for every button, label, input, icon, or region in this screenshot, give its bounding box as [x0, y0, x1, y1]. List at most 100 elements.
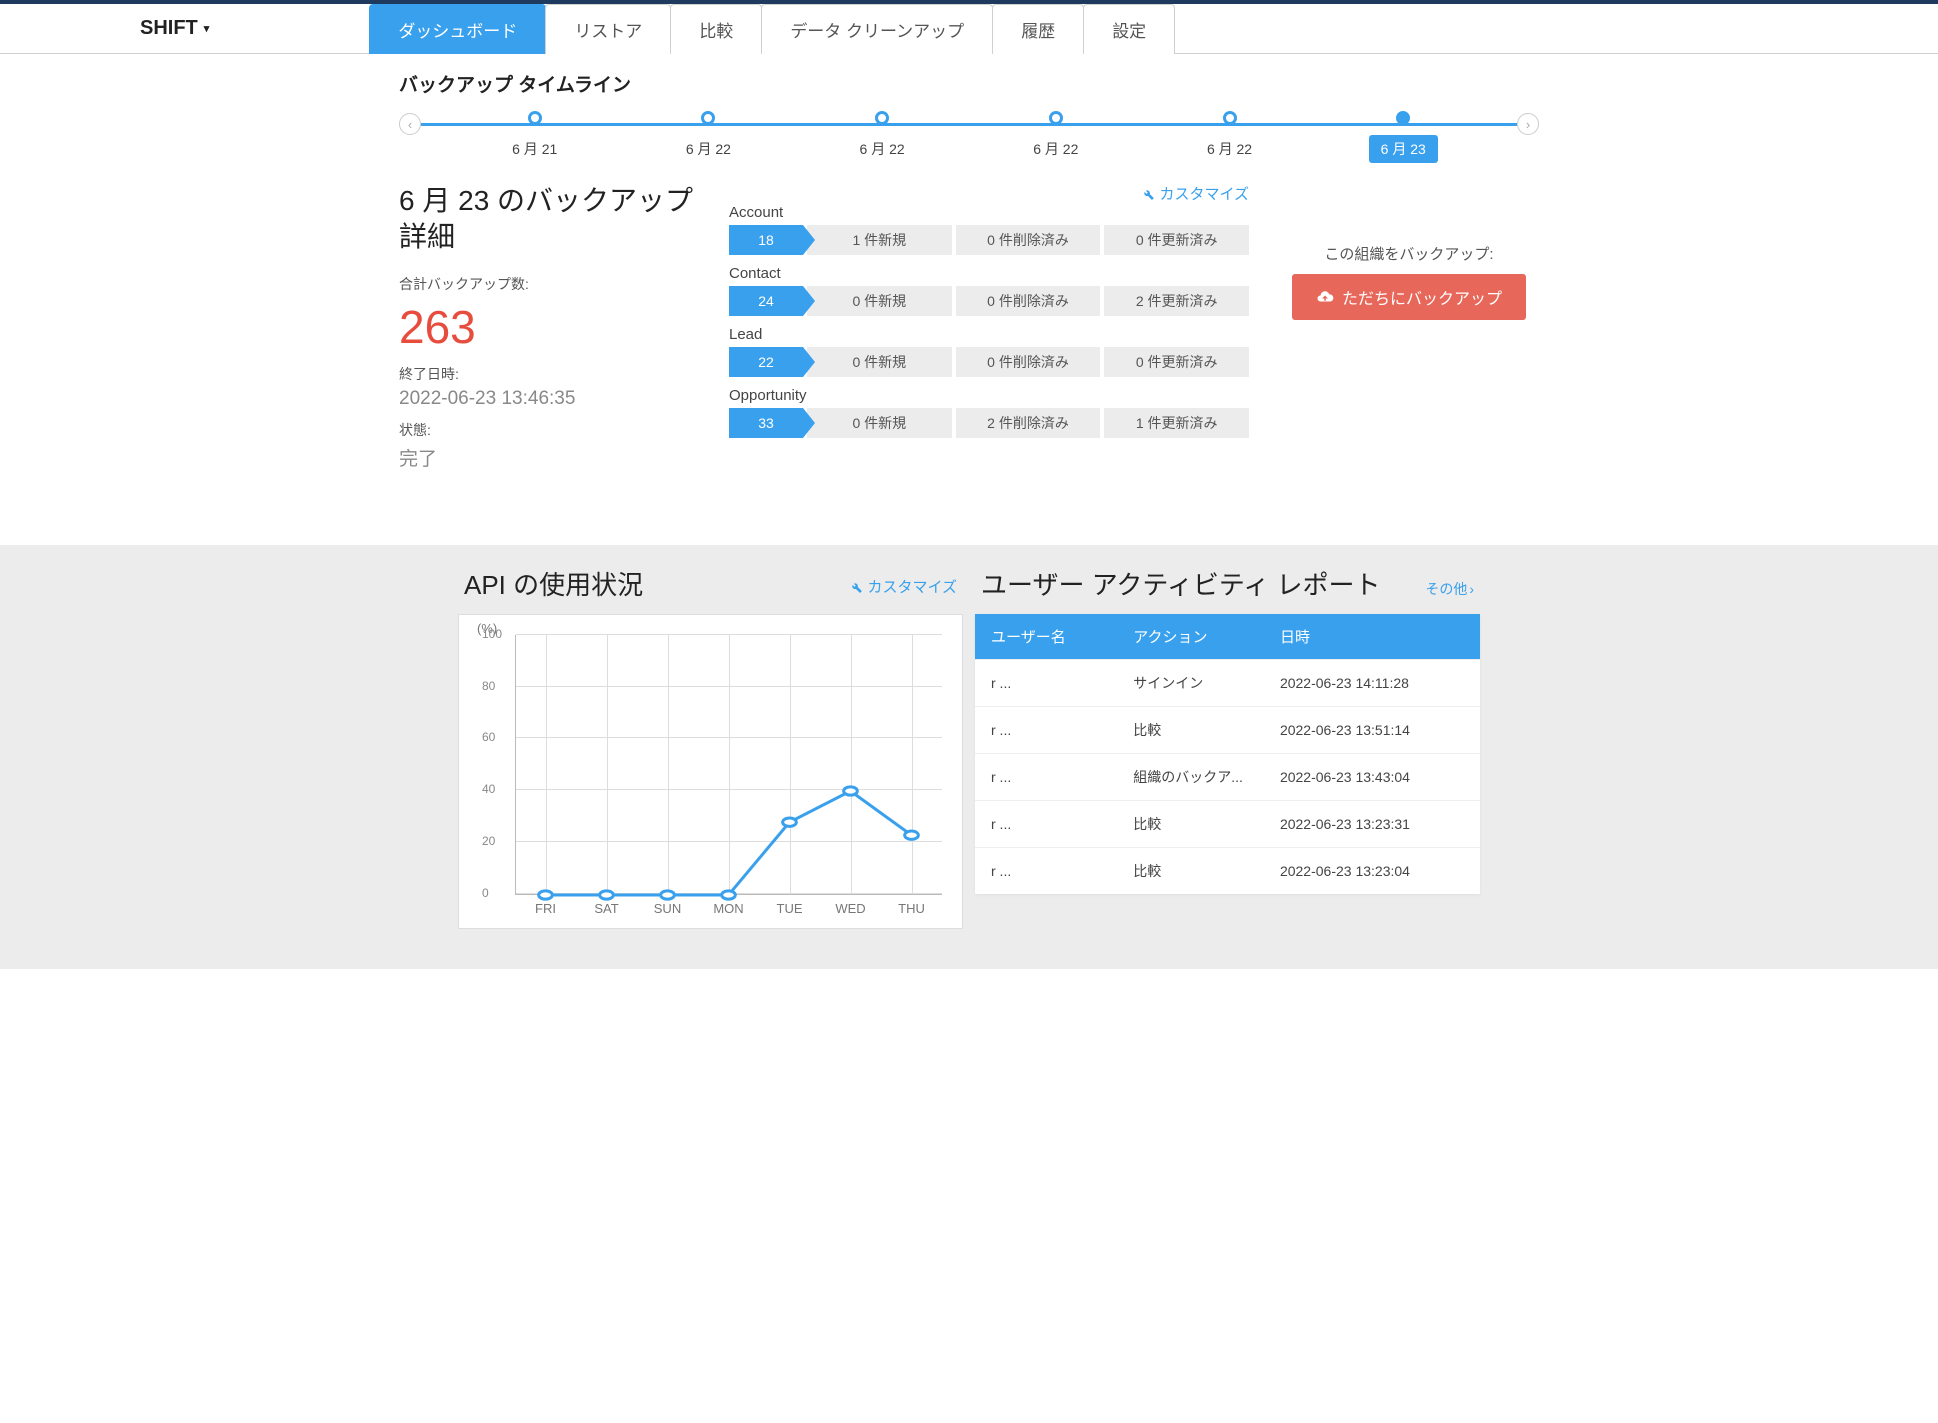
- timeline-label: 6 月 22: [848, 135, 917, 163]
- api-customize-link[interactable]: カスタマイズ: [849, 576, 957, 597]
- nav-tab-0[interactable]: ダッシュボード: [369, 4, 546, 54]
- header-bar: SHIFT ▾ ダッシュボードリストア比較データ クリーンアップ履歴設定: [0, 4, 1938, 54]
- nav-tab-4[interactable]: 履歴: [992, 4, 1084, 54]
- nav-tabs: ダッシュボードリストア比較データ クリーンアップ履歴設定: [369, 4, 1175, 53]
- status-label: 状態:: [399, 420, 699, 440]
- table-header: 日時: [1264, 614, 1480, 660]
- wrench-icon: [849, 580, 863, 594]
- cell-user: r ...: [975, 847, 1117, 894]
- caret-down-icon: ▾: [204, 22, 210, 35]
- object-deleted: 0 件削除済み: [956, 225, 1101, 255]
- object-group: Opportunity 330 件新規2 件削除済み1 件更新済み: [729, 387, 1249, 438]
- timeline-label: 6 月 22: [1195, 135, 1264, 163]
- cell-time: 2022-06-23 13:51:14: [1264, 706, 1480, 753]
- cell-action: サインイン: [1117, 659, 1264, 706]
- cell-action: 比較: [1117, 847, 1264, 894]
- object-updated: 2 件更新済み: [1104, 286, 1249, 316]
- backup-now-label: ただちにバックアップ: [1342, 285, 1502, 309]
- timeline-next-button[interactable]: ›: [1517, 113, 1539, 135]
- backup-now-button[interactable]: ただちにバックアップ: [1292, 274, 1526, 320]
- nav-tab-5[interactable]: 設定: [1083, 4, 1175, 54]
- ytick-label: 20: [482, 834, 495, 848]
- object-deleted: 2 件削除済み: [956, 408, 1101, 438]
- timeline-label: 6 月 22: [1021, 135, 1090, 163]
- timeline-point: 6 月 21: [475, 111, 595, 163]
- table-row[interactable]: r ...サインイン2022-06-23 14:11:28: [975, 659, 1480, 706]
- ytick-label: 100: [482, 627, 502, 641]
- table-header: アクション: [1117, 614, 1264, 660]
- backup-details: 6 月 23 のバックアップ詳細 合計バックアップ数: 263 終了日時: 20…: [399, 183, 1539, 481]
- cell-user: r ...: [975, 800, 1117, 847]
- table-row[interactable]: r ...比較2022-06-23 13:23:31: [975, 800, 1480, 847]
- object-new: 0 件新規: [807, 347, 952, 377]
- timeline-dot[interactable]: [1223, 111, 1237, 125]
- object-stats: 181 件新規0 件削除済み0 件更新済み: [729, 225, 1249, 255]
- table-row[interactable]: r ...比較2022-06-23 13:23:04: [975, 847, 1480, 894]
- cell-time: 2022-06-23 14:11:28: [1264, 659, 1480, 706]
- object-group: Contact 240 件新規0 件削除済み2 件更新済み: [729, 265, 1249, 316]
- timeline-title: バックアップ タイムライン: [399, 70, 1539, 97]
- timeline-label: 6 月 22: [674, 135, 743, 163]
- object-stats: 330 件新規2 件削除済み1 件更新済み: [729, 408, 1249, 438]
- object-name: Lead: [729, 326, 1249, 343]
- object-group: Account181 件新規0 件削除済み0 件更新済み: [729, 204, 1249, 255]
- chart-x-axis: FRISATSUNMONTUEWEDTHU: [515, 901, 942, 916]
- xtick-label: MON: [698, 901, 759, 916]
- timeline-prev-button[interactable]: ‹: [399, 113, 421, 135]
- timeline-point: 6 月 22: [1170, 111, 1290, 163]
- object-new: 1 件新規: [807, 225, 952, 255]
- object-stats: 240 件新規0 件削除済み2 件更新済み: [729, 286, 1249, 316]
- object-count: 33: [729, 408, 803, 438]
- backup-side: この組織をバックアップ: ただちにバックアップ: [1279, 183, 1539, 481]
- timeline-dot[interactable]: [875, 111, 889, 125]
- brand-selector[interactable]: SHIFT ▾: [140, 17, 209, 40]
- nav-tab-2[interactable]: 比較: [670, 4, 762, 54]
- object-new: 0 件新規: [807, 408, 952, 438]
- status-value: 完了: [399, 444, 699, 471]
- api-customize-label: カスタマイズ: [867, 576, 957, 597]
- cell-time: 2022-06-23 13:43:04: [1264, 753, 1480, 800]
- object-new: 0 件新規: [807, 286, 952, 316]
- backup-hint: この組織をバックアップ:: [1279, 243, 1539, 264]
- xtick-label: SUN: [637, 901, 698, 916]
- timeline-dot[interactable]: [1049, 111, 1063, 125]
- object-name: Opportunity: [729, 387, 1249, 404]
- xtick-label: WED: [820, 901, 881, 916]
- ytick-label: 0: [482, 886, 489, 900]
- timeline-dot[interactable]: [528, 111, 542, 125]
- chart-box: (%) 020406080100 FRISATSUNMONTUEWEDTHU: [458, 614, 963, 929]
- object-stats: 220 件新規0 件削除済み0 件更新済み: [729, 347, 1249, 377]
- cell-user: r ...: [975, 659, 1117, 706]
- nav-tab-3[interactable]: データ クリーンアップ: [761, 4, 993, 54]
- cell-time: 2022-06-23 13:23:31: [1264, 800, 1480, 847]
- ytick-label: 80: [482, 679, 495, 693]
- timeline-point: 6 月 22: [822, 111, 942, 163]
- total-label: 合計バックアップ数:: [399, 274, 699, 294]
- cell-action: 比較: [1117, 706, 1264, 753]
- activity-table: ユーザー名アクション日時 r ...サインイン2022-06-23 14:11:…: [975, 614, 1480, 894]
- ytick-label: 40: [482, 782, 495, 796]
- table-row[interactable]: r ...組織のバックア...2022-06-23 13:43:04: [975, 753, 1480, 800]
- api-usage-title: API の使用状況: [464, 565, 643, 602]
- timeline-label: 6 月 21: [500, 135, 569, 163]
- api-usage-panel: API の使用状況 カスタマイズ (%) 020406080100 FRISAT…: [458, 559, 963, 929]
- api-usage-chart: (%) 020406080100: [515, 635, 942, 895]
- cell-action: 組織のバックア...: [1117, 753, 1264, 800]
- table-row[interactable]: r ...比較2022-06-23 13:51:14: [975, 706, 1480, 753]
- cell-user: r ...: [975, 753, 1117, 800]
- nav-tab-1[interactable]: リストア: [545, 4, 671, 54]
- total-value: 263: [399, 300, 699, 354]
- object-group: Lead 220 件新規0 件削除済み0 件更新済み: [729, 326, 1249, 377]
- object-name: Contact: [729, 265, 1249, 282]
- customize-link[interactable]: カスタマイズ: [1141, 183, 1249, 204]
- activity-more-link[interactable]: その他 ›: [1425, 579, 1474, 599]
- finished-label: 終了日時:: [399, 364, 699, 384]
- xtick-label: FRI: [515, 901, 576, 916]
- wrench-icon: [1141, 187, 1155, 201]
- timeline-dot[interactable]: [701, 111, 715, 125]
- cell-time: 2022-06-23 13:23:04: [1264, 847, 1480, 894]
- timeline-dot[interactable]: [1396, 111, 1410, 125]
- cell-action: 比較: [1117, 800, 1264, 847]
- object-count: 18: [729, 225, 803, 255]
- activity-more-label: その他: [1425, 579, 1467, 599]
